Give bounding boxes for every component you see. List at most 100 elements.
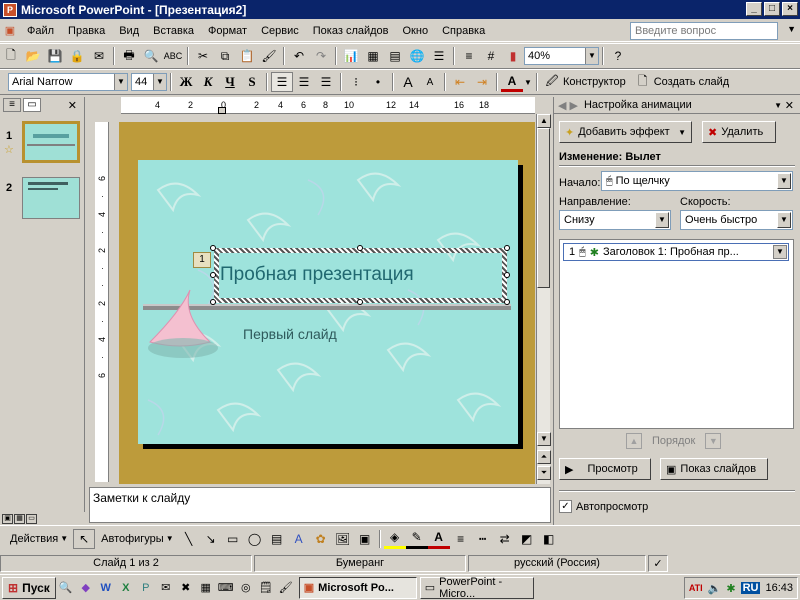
- move-down-icon[interactable]: ▼: [705, 433, 722, 449]
- font-color-icon[interactable]: A: [501, 72, 523, 92]
- notepad-icon[interactable]: 🗒: [258, 580, 274, 596]
- slide-subtitle[interactable]: Первый слайд: [243, 326, 337, 342]
- tool-icon[interactable]: ✖: [178, 580, 194, 596]
- slide-thumbnail-1[interactable]: [22, 121, 80, 163]
- arrow-style-icon[interactable]: ⇄: [494, 529, 516, 549]
- designer-icon[interactable]: 🖉: [541, 72, 563, 92]
- print-icon[interactable]: 🖶: [118, 46, 140, 66]
- word-icon[interactable]: W: [98, 580, 114, 596]
- calculator-icon[interactable]: ▦: [198, 580, 214, 596]
- spelling-icon[interactable]: ABC: [162, 46, 184, 66]
- chevron-down-icon[interactable]: ▼: [655, 212, 669, 228]
- format-painter-icon[interactable]: 🖌: [258, 46, 280, 66]
- publisher-icon[interactable]: P: [138, 580, 154, 596]
- document-icon[interactable]: ▣: [2, 23, 18, 39]
- font-size-combo[interactable]: 44 ▼: [131, 73, 167, 91]
- add-effect-button[interactable]: ✦ Добавить эффект ▼: [559, 121, 692, 143]
- clipart-icon[interactable]: 🖼: [332, 529, 354, 549]
- underline-button[interactable]: Ч: [219, 72, 241, 92]
- keyboard-layout[interactable]: RU: [740, 582, 761, 594]
- tables-borders-icon[interactable]: ▤: [384, 46, 406, 66]
- chevron-down-icon[interactable]: ▼: [777, 173, 791, 189]
- textbox-icon[interactable]: ▤: [266, 529, 288, 549]
- show-formatting-icon[interactable]: ≡: [458, 46, 480, 66]
- antivirus-icon[interactable]: ✱: [726, 582, 735, 595]
- insert-table-icon[interactable]: ▦: [362, 46, 384, 66]
- insert-hyperlink-icon[interactable]: 🌐: [406, 46, 428, 66]
- app-icon[interactable]: ◎: [238, 580, 254, 596]
- spelling-status-icon[interactable]: ✓: [648, 554, 668, 572]
- align-center-icon[interactable]: ☰: [293, 72, 315, 92]
- copy-icon[interactable]: ⧉: [214, 46, 236, 66]
- close-button[interactable]: ×: [782, 2, 798, 16]
- arrow-icon[interactable]: ↘: [200, 529, 222, 549]
- back-icon[interactable]: ◀: [558, 99, 566, 112]
- help-icon[interactable]: ?: [607, 46, 629, 66]
- resize-handle[interactable]: [357, 299, 363, 305]
- new-slide-button[interactable]: Создать слайд: [654, 76, 729, 88]
- start-button[interactable]: ⊞ Пуск: [2, 576, 56, 599]
- chevron-down-icon[interactable]: ▼: [60, 534, 68, 543]
- slideshow-view-icon[interactable]: ▭: [26, 514, 37, 524]
- wordart-icon[interactable]: A: [288, 529, 310, 549]
- menu-slideshow[interactable]: Показ слайдов: [306, 25, 396, 37]
- menu-view[interactable]: Вид: [112, 25, 146, 37]
- grow-font-icon[interactable]: A: [397, 72, 419, 92]
- autopreview-checkbox[interactable]: ✓: [559, 500, 572, 513]
- taskbar-powerpoint-task[interactable]: ▣ Microsoft Po...: [298, 576, 417, 599]
- start-combo[interactable]: 🖱 По щелчку ▼: [601, 171, 793, 191]
- numbering-icon[interactable]: ⁝: [345, 72, 367, 92]
- dash-style-icon[interactable]: ┅: [472, 529, 494, 549]
- forward-icon[interactable]: ▶: [569, 99, 577, 112]
- speed-combo[interactable]: Очень быстро ▼: [680, 210, 793, 230]
- chevron-down-icon[interactable]: ▼: [166, 534, 174, 543]
- scroll-thumb[interactable]: [537, 128, 550, 288]
- next-slide-icon[interactable]: ⏷: [537, 466, 551, 480]
- resize-handle[interactable]: [504, 272, 510, 278]
- select-objects-icon[interactable]: ↖: [73, 528, 96, 549]
- line-icon[interactable]: ╲: [178, 529, 200, 549]
- 3d-style-icon[interactable]: ◧: [538, 529, 560, 549]
- close-panel-icon[interactable]: ✕: [68, 99, 77, 112]
- autoshapes-menu[interactable]: Автофигуры: [101, 533, 164, 545]
- maximize-button[interactable]: □: [764, 2, 780, 16]
- ati-icon[interactable]: ATI: [689, 583, 703, 593]
- undo-icon[interactable]: ↶: [288, 46, 310, 66]
- clock[interactable]: 16:43: [765, 582, 793, 594]
- slide-sorter-icon[interactable]: ▦: [14, 514, 25, 524]
- permission-icon[interactable]: 🔒: [66, 46, 88, 66]
- shadow-style-icon[interactable]: ◩: [516, 529, 538, 549]
- slides-tab[interactable]: ▭: [23, 98, 41, 112]
- increase-indent-icon[interactable]: ⇥: [471, 72, 493, 92]
- animation-order-tag[interactable]: 1: [193, 252, 211, 268]
- volume-icon[interactable]: 🔈: [708, 582, 722, 595]
- line-color-icon[interactable]: ✎: [405, 529, 428, 549]
- resize-handle[interactable]: [210, 299, 216, 305]
- decrease-indent-icon[interactable]: ⇤: [449, 72, 471, 92]
- normal-view-icon[interactable]: ▣: [2, 514, 13, 524]
- grid-icon[interactable]: #: [480, 46, 502, 66]
- autopreview-option[interactable]: ✓ Автопросмотр: [559, 500, 648, 513]
- close-task-pane-icon[interactable]: ✕: [785, 99, 794, 112]
- open-icon[interactable]: 📂: [22, 46, 44, 66]
- minimize-button[interactable]: _: [746, 2, 762, 16]
- paint-icon[interactable]: 🖌: [278, 580, 294, 596]
- messenger-icon[interactable]: ◆: [78, 580, 94, 596]
- ask-question-input[interactable]: Введите вопрос: [630, 22, 778, 40]
- resize-handle[interactable]: [504, 299, 510, 305]
- picture-icon[interactable]: ▣: [354, 529, 376, 549]
- zoom-combo[interactable]: 40% ▼: [524, 47, 599, 65]
- chevron-down-icon[interactable]: ▼: [153, 74, 166, 90]
- chevron-down-icon[interactable]: ▼: [585, 48, 598, 64]
- print-preview-icon[interactable]: 🔍: [140, 46, 162, 66]
- font-combo[interactable]: Arial Narrow ▼: [8, 73, 128, 91]
- designer-button[interactable]: Конструктор: [563, 76, 626, 88]
- scroll-down-icon[interactable]: ▼: [537, 432, 551, 446]
- bullets-icon[interactable]: •: [367, 72, 389, 92]
- slide-title[interactable]: Пробная презентация: [220, 264, 414, 286]
- move-up-icon[interactable]: ▲: [626, 433, 642, 449]
- ask-dropdown-icon[interactable]: ▼: [787, 24, 796, 34]
- email-icon[interactable]: ✉: [88, 46, 110, 66]
- horizontal-ruler[interactable]: 4 2 0 2 4 6 8 10 12 14 16 18: [121, 97, 535, 114]
- menu-file[interactable]: Файл: [20, 25, 61, 37]
